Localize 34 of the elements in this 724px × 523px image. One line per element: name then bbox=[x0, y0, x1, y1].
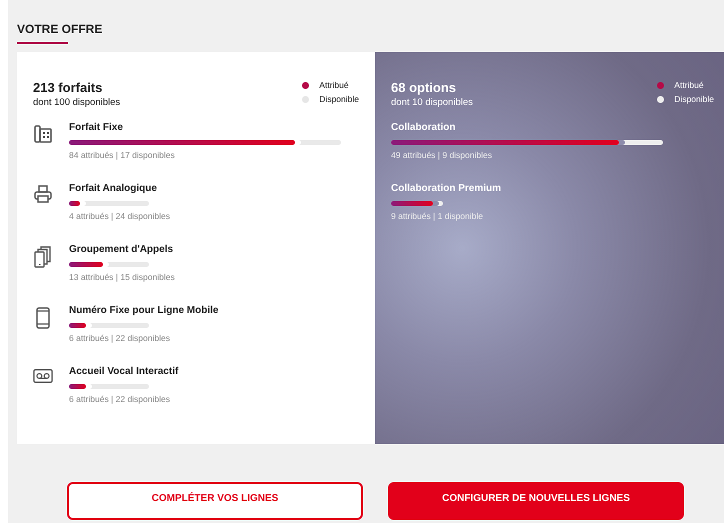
plans-subtitle: dont 100 disponibles bbox=[33, 97, 120, 108]
options-count: 68 options bbox=[391, 80, 458, 95]
plan-name: Numéro Fixe pour Ligne Mobile bbox=[69, 305, 220, 316]
plan-name: Forfait Fixe bbox=[69, 122, 124, 133]
section-title: VOTRE OFFRE bbox=[17, 22, 104, 36]
plan-detail: 6 attribués | 22 disponibles bbox=[69, 333, 171, 343]
legend-label: Attribué bbox=[674, 80, 704, 90]
desk-phone-icon bbox=[34, 124, 52, 144]
plans-count: 213 forfaits bbox=[33, 80, 104, 95]
legend-dot bbox=[657, 82, 664, 88]
printer-icon bbox=[34, 185, 52, 203]
plan-detail: 4 attribués | 24 disponibles bbox=[69, 211, 171, 221]
plan-name: Accueil Vocal Interactif bbox=[69, 366, 180, 377]
options-subtitle: dont 10 disponibles bbox=[391, 97, 473, 108]
complete-button[interactable]: COMPLÉTER VOS LIGNES bbox=[67, 482, 363, 520]
option-detail: 9 attribués | 1 disponible bbox=[391, 211, 484, 221]
legend-dot bbox=[657, 96, 664, 102]
plan-name: Forfait Analogique bbox=[69, 183, 158, 194]
plan-detail: 84 attribués | 17 disponibles bbox=[69, 150, 176, 160]
legend-label: Disponible bbox=[674, 94, 714, 104]
plan-detail: 6 attribués | 22 disponibles bbox=[69, 394, 171, 404]
option-detail: 49 attribués | 9 disponibles bbox=[391, 150, 493, 160]
option-name: Collaboration Premium bbox=[391, 183, 502, 194]
plan-name: Groupement d'Appels bbox=[69, 244, 174, 255]
legend-dot bbox=[302, 96, 310, 102]
voicemail-icon bbox=[33, 368, 53, 384]
mobile-phone-icon bbox=[36, 307, 50, 329]
plan-detail: 13 attribués | 15 disponibles bbox=[69, 272, 176, 282]
legend-label: Disponible bbox=[319, 94, 359, 104]
legend-dot bbox=[302, 82, 310, 88]
legend-label: Attribué bbox=[319, 80, 349, 90]
stacked-phones-icon bbox=[34, 246, 52, 268]
option-name: Collaboration bbox=[391, 122, 456, 133]
configure-button[interactable]: CONFIGURER DE NOUVELLES LIGNES bbox=[388, 482, 684, 520]
